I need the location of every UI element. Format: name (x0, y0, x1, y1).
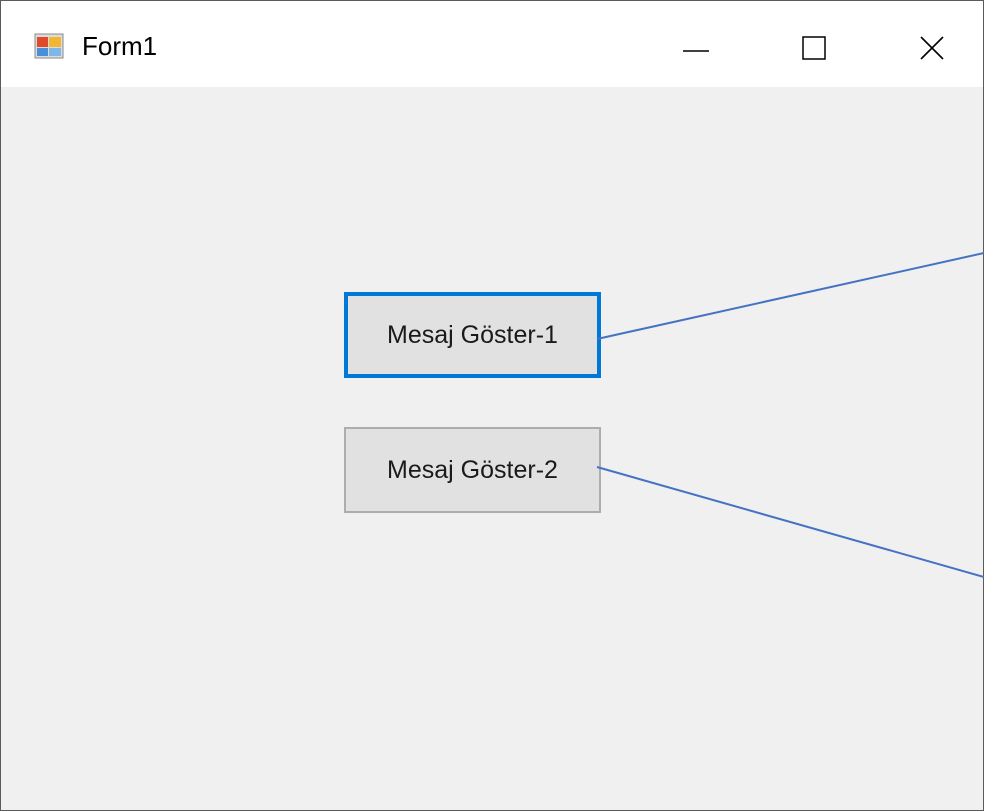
maximize-button[interactable] (779, 19, 849, 77)
maximize-icon (802, 36, 826, 60)
form-window: Form1 Mesaj Göster-1 Mesaj Göster-2 (0, 0, 984, 811)
form-client-area: Mesaj Göster-1 Mesaj Göster-2 (1, 87, 983, 810)
close-button[interactable] (897, 19, 967, 77)
close-icon (920, 36, 944, 60)
winforms-app-icon (34, 33, 64, 59)
minimize-icon (683, 50, 709, 52)
title-bar[interactable]: Form1 (1, 1, 983, 87)
window-title: Form1 (82, 31, 158, 61)
mesaj-goster-2-button[interactable]: Mesaj Göster-2 (344, 427, 601, 513)
mesaj-goster-1-button[interactable]: Mesaj Göster-1 (344, 292, 601, 378)
minimize-button[interactable] (661, 19, 731, 77)
